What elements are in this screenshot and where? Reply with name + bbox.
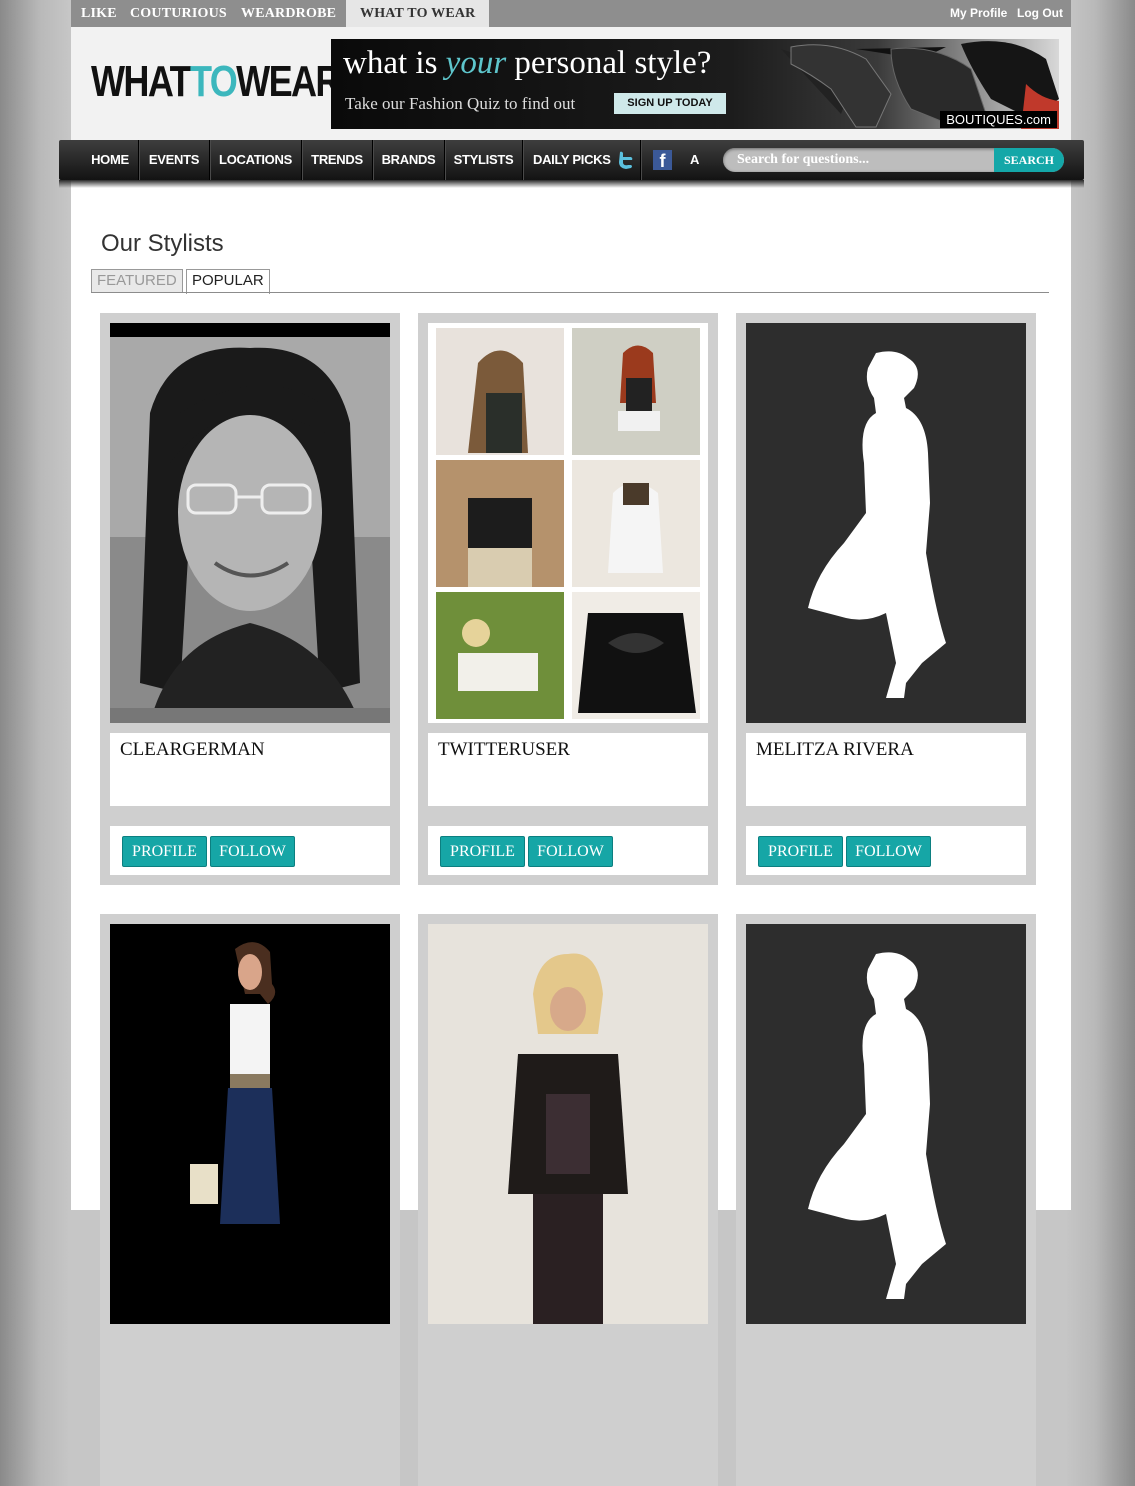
nav-trends[interactable]: TRENDS <box>302 140 373 180</box>
banner-headline-post: personal style? <box>506 45 712 81</box>
follow-button[interactable]: FOLLOW <box>528 836 613 867</box>
profile-button[interactable]: PROFILE <box>440 836 525 867</box>
banner-headline-em: your <box>445 45 507 81</box>
name-box: TWITTERUSER <box>428 733 708 806</box>
boutiques-brand: BOUTIQUES.com <box>940 111 1057 128</box>
nav-events[interactable]: EVENTS <box>139 140 210 180</box>
nav-home[interactable]: HOME <box>82 140 139 180</box>
stylist-photo[interactable] <box>110 323 390 723</box>
banner-subtext: Take our Fashion Quiz to find out <box>345 94 576 113</box>
profile-button[interactable]: PROFILE <box>122 836 207 867</box>
site-logo[interactable]: WHATTOWEAR <box>91 57 341 107</box>
silhouette-placeholder-icon <box>808 351 946 698</box>
actions-box: PROFILE FOLLOW <box>110 826 390 875</box>
logo-wear: WEAR <box>236 57 341 106</box>
site-tab-weardrobe[interactable]: WEARDROBE <box>241 0 336 27</box>
stylist-name[interactable]: TWITTERUSER <box>438 739 570 761</box>
portrait-image <box>110 337 390 723</box>
twitter-icon[interactable] <box>616 150 634 170</box>
nav-shadow <box>59 180 1084 188</box>
nav-brands[interactable]: BRANDS <box>373 140 445 180</box>
stylist-card: TWITTERUSER PROFILE FOLLOW <box>418 313 718 885</box>
actions-box: PROFILE FOLLOW <box>746 826 1026 875</box>
name-box: CLEARGERMAN <box>110 733 390 806</box>
logo-to: TO <box>189 57 238 106</box>
tab-featured[interactable]: FEATURED <box>91 269 183 292</box>
tab-popular[interactable]: POPULAR <box>186 269 270 294</box>
main-content: Our Stylists FEATURED POPULAR CLEARGERMA… <box>71 180 1071 1486</box>
nav-stylists[interactable]: STYLISTS <box>445 140 523 180</box>
site-tab-couturious[interactable]: COUTURIOUS <box>130 0 227 27</box>
stylist-photo[interactable] <box>428 924 708 1324</box>
stylist-card <box>418 914 718 1486</box>
stylist-name[interactable]: CLEARGERMAN <box>120 739 265 761</box>
stylist-photo[interactable] <box>746 323 1026 723</box>
sign-up-button[interactable]: SIGN UP TODAY <box>614 93 726 114</box>
silhouette-placeholder-icon <box>808 952 946 1299</box>
network-bar: LIKE COUTURIOUS WEARDROBE WHAT TO WEAR M… <box>71 0 1071 27</box>
name-box: MELITZA RIVERA <box>746 733 1026 806</box>
banner-headline-pre: what is <box>343 45 446 81</box>
stylist-card: MELITZA RIVERA PROFILE FOLLOW <box>736 313 1036 885</box>
stylist-card: CLEARGERMAN PROFILE FOLLOW <box>100 313 400 885</box>
stylist-image <box>190 942 280 1224</box>
logo-what: WHAT <box>91 57 192 106</box>
tabs-divider <box>91 292 1049 293</box>
site-tab-like[interactable]: LIKE <box>81 0 117 27</box>
banner-headline: what is your personal style? <box>343 45 711 82</box>
search-button[interactable]: SEARCH <box>994 148 1064 172</box>
stylist-name[interactable]: MELITZA RIVERA <box>756 739 914 761</box>
fashion-quiz-banner[interactable]: what is your personal style? Take our Fa… <box>331 39 1059 129</box>
log-out-link[interactable]: Log Out <box>1017 0 1063 27</box>
stylist-card <box>100 914 400 1486</box>
my-profile-link[interactable]: My Profile <box>950 0 1007 27</box>
stylist-image <box>508 953 628 1324</box>
nav-locations[interactable]: LOCATIONS <box>210 140 302 180</box>
main-nav: HOME EVENTS LOCATIONS TRENDS BRANDS STYL… <box>59 140 1084 180</box>
site-header: WHATTOWEAR what is your personal style? … <box>71 27 1071 140</box>
actions-box: PROFILE FOLLOW <box>428 826 708 875</box>
search-input[interactable] <box>737 148 987 172</box>
follow-button[interactable]: FOLLOW <box>846 836 931 867</box>
stylist-card <box>736 914 1036 1486</box>
stylist-photo[interactable] <box>428 323 708 723</box>
page-title: Our Stylists <box>101 230 224 257</box>
stylist-photo[interactable] <box>746 924 1026 1324</box>
facebook-icon[interactable]: f <box>653 150 672 171</box>
profile-button[interactable]: PROFILE <box>758 836 843 867</box>
collage-image <box>436 328 700 719</box>
site-tab-what-to-wear[interactable]: WHAT TO WEAR <box>346 0 490 27</box>
follow-button[interactable]: FOLLOW <box>210 836 295 867</box>
search-bar: SEARCH <box>723 148 1064 172</box>
stylist-photo[interactable] <box>110 924 390 1324</box>
nav-extra[interactable]: A <box>690 140 699 180</box>
